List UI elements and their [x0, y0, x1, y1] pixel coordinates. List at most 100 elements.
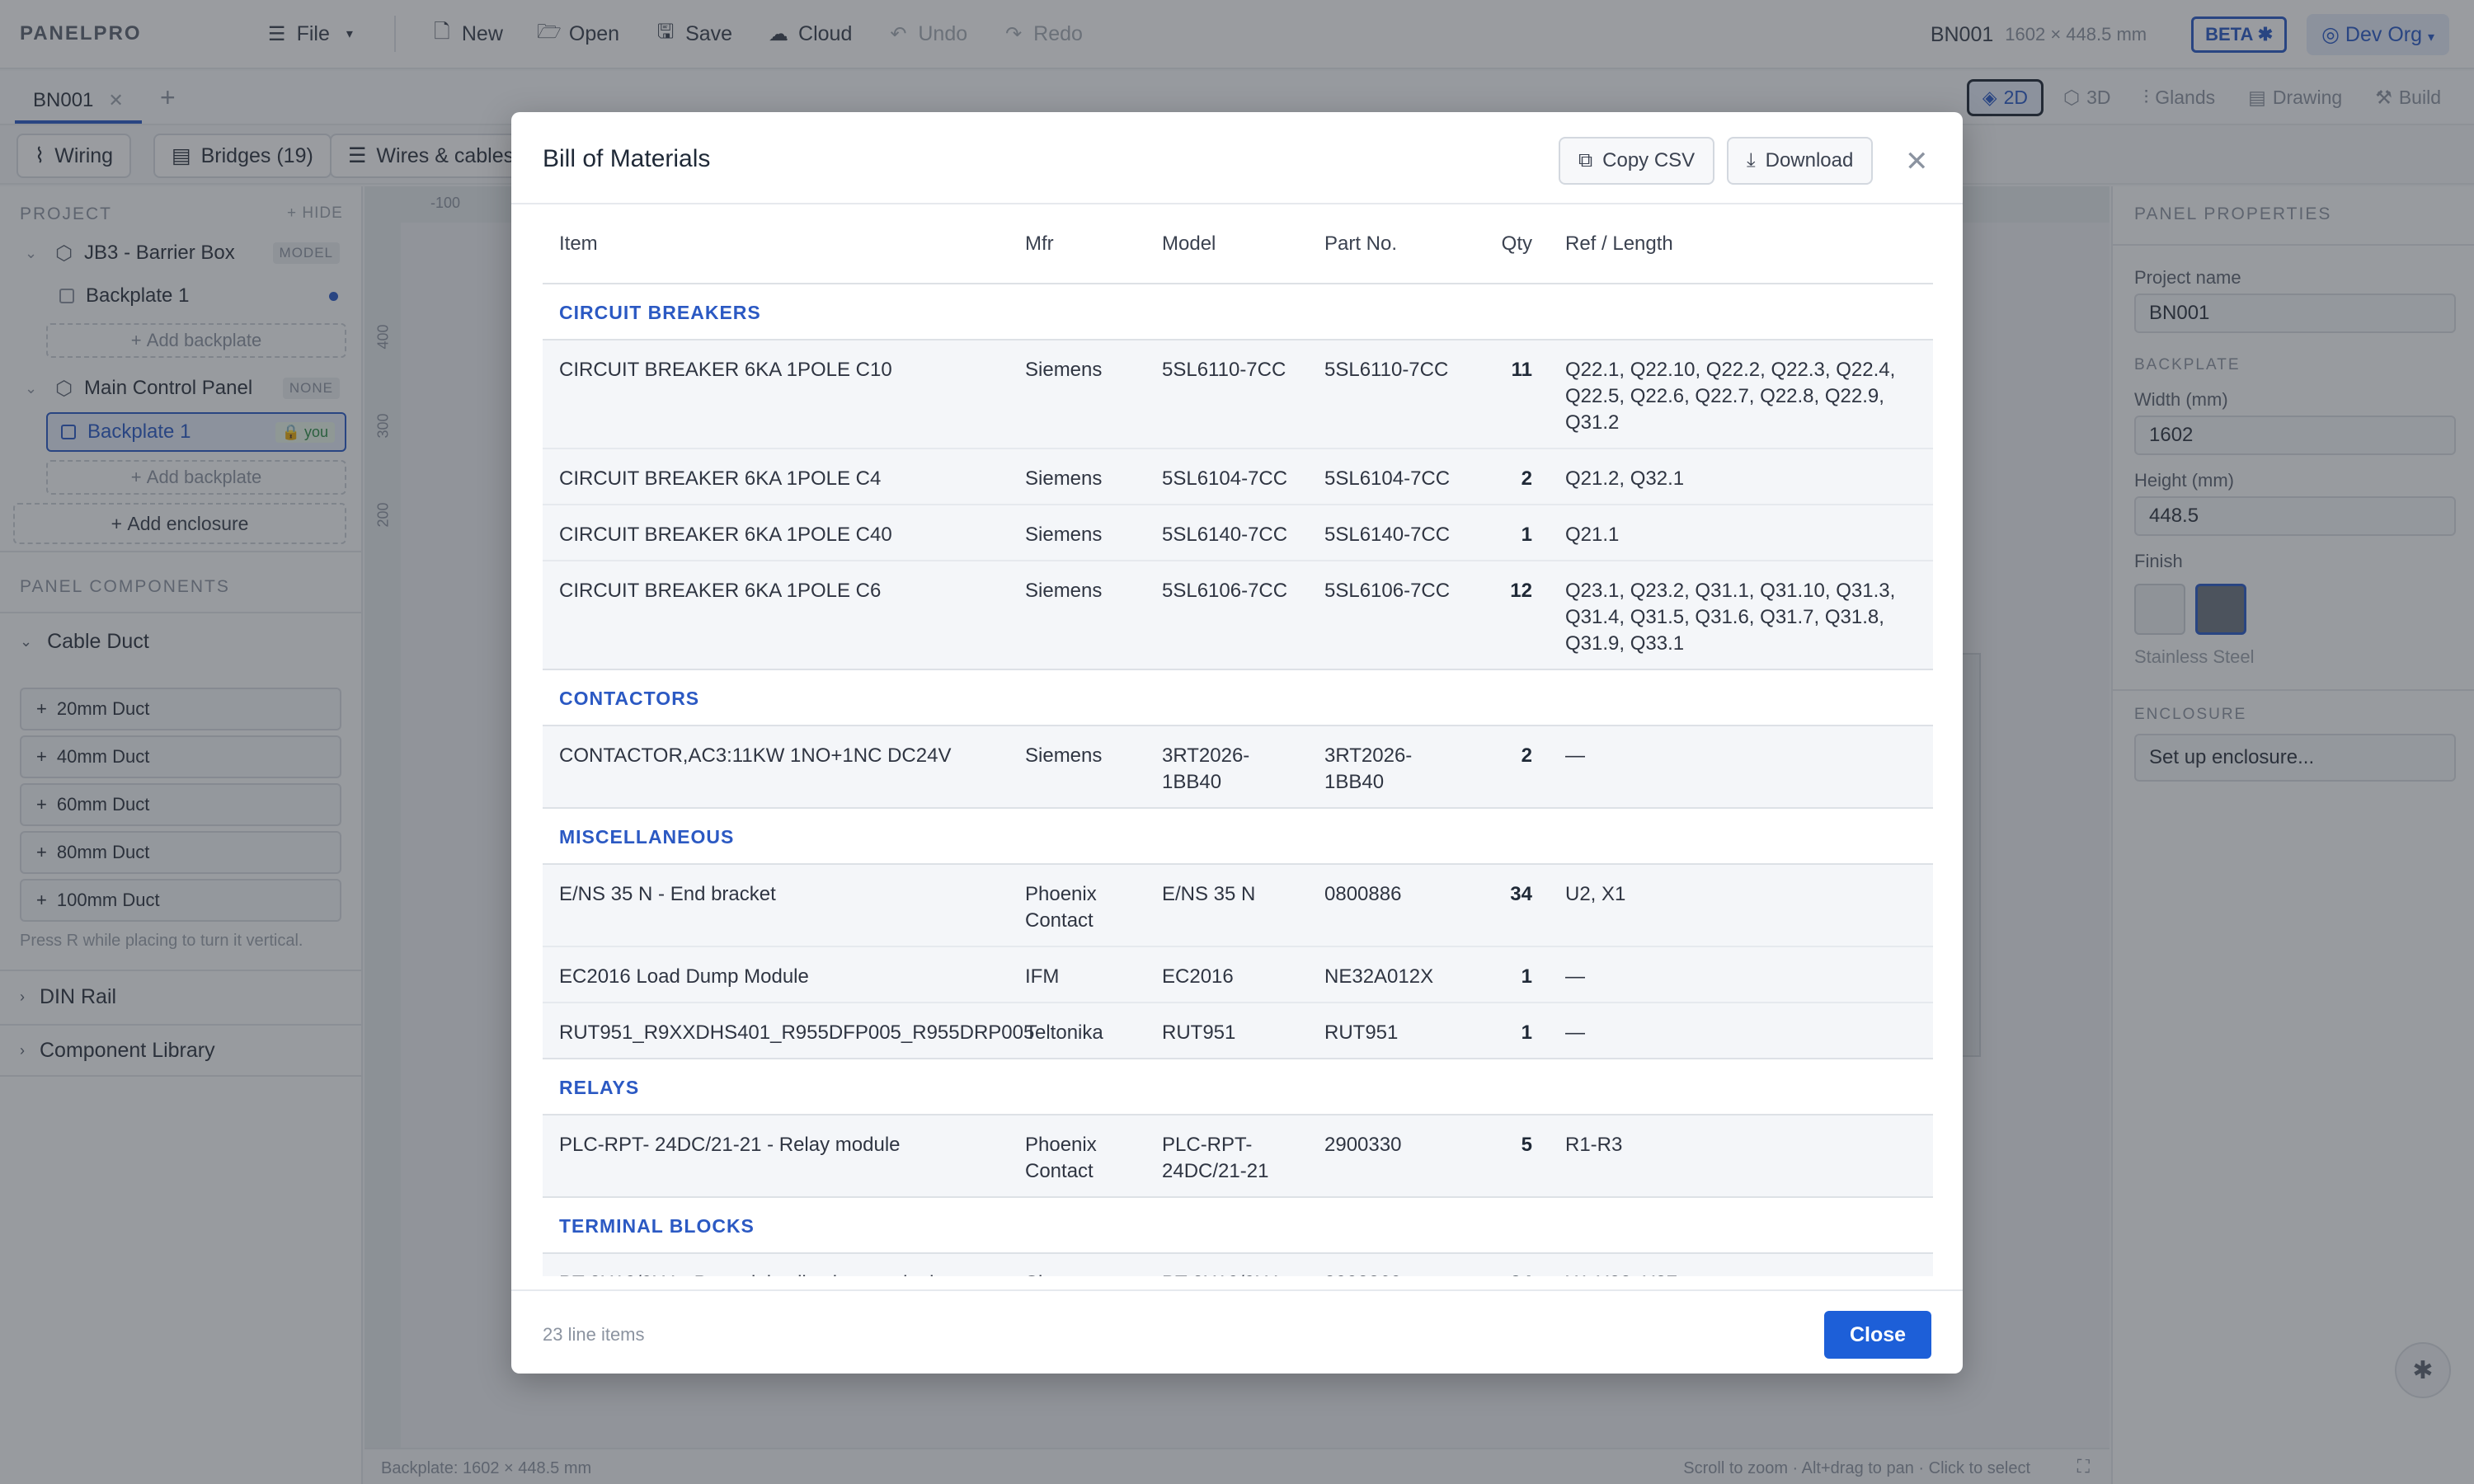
- cell-item: PLC-RPT- 24DC/21-21 - Relay module: [543, 1114, 1009, 1197]
- close-button-label: Close: [1849, 1322, 1907, 1346]
- group-row: TERMINAL BLOCKS: [543, 1196, 1933, 1254]
- cell-mfr: IFM: [1009, 946, 1145, 1003]
- cell-ref: —: [1549, 946, 1933, 1003]
- cell-ref: X1-X23, X37: [1549, 1252, 1933, 1276]
- cell-model: RUT951: [1145, 1002, 1308, 1059]
- cell-qty: 2: [1473, 448, 1549, 505]
- cell-qty: 12: [1473, 560, 1549, 669]
- cell-item: CONTACTOR,AC3:11KW 1NO+1NC DC24V: [543, 725, 1009, 808]
- cell-ref: Q21.2, Q32.1: [1549, 448, 1933, 505]
- cell-model: EC2016: [1145, 946, 1308, 1003]
- cell-qty: 34: [1473, 863, 1549, 946]
- cell-item: CIRCUIT BREAKER 6KA 1POLE C40: [543, 504, 1009, 561]
- column-header-part-no: Part No.: [1324, 232, 1398, 255]
- table-row: E/NS 35 N - End bracket Phoenix Contact E/…: [543, 863, 1933, 946]
- cell-qty: 5: [1473, 1114, 1549, 1197]
- cell-mfr: Siemens: [1009, 725, 1145, 808]
- dialog-title: Bill of Materials: [543, 145, 711, 172]
- column-header-mfr: Mfr: [1025, 232, 1054, 255]
- table-row: PLC-RPT- 24DC/21-21 - Relay module Phoeni…: [543, 1114, 1933, 1197]
- dialog-footer: 23 line items Close: [511, 1289, 1963, 1374]
- cell-part: 5SL6104-7CC: [1308, 448, 1473, 505]
- cell-item: CIRCUIT BREAKER 6KA 1POLE C4: [543, 448, 1009, 505]
- column-header-qty: Qty: [1501, 232, 1532, 255]
- cell-item: E/NS 35 N - End bracket: [543, 863, 1009, 946]
- cell-ref: U2, X1: [1549, 863, 1933, 946]
- cell-qty: 1: [1473, 1002, 1549, 1059]
- cell-item: RUT951_R9XXDHS401_R955DFP005_R955DRP005: [543, 1002, 1034, 1059]
- table-row: PT 2X10/9X4 - Potential collective termi…: [543, 1252, 1933, 1276]
- table-row: RUT951_R9XXDHS401_R955DFP005_R955DRP005 T…: [543, 1002, 1933, 1059]
- close-icon[interactable]: ✕: [1905, 145, 1929, 178]
- cell-qty: 1: [1473, 504, 1549, 561]
- column-header-ref: Ref / Length: [1565, 232, 1673, 255]
- cell-ref: R1-R3: [1549, 1114, 1933, 1197]
- cell-part: RUT951: [1308, 1002, 1473, 1059]
- cell-mfr: Siemens: [1009, 504, 1145, 561]
- cell-part: 3002369: [1308, 1252, 1473, 1276]
- table-row: CIRCUIT BREAKER 6KA 1POLE C4 Siemens 5SL61…: [543, 448, 1933, 505]
- group-row: CONTACTORS: [543, 669, 1933, 726]
- column-header-model: Model: [1162, 232, 1216, 255]
- cell-model: PLC-RPT-24DC/21-21: [1145, 1114, 1308, 1197]
- table-row: CIRCUIT BREAKER 6KA 1POLE C6 Siemens 5SL61…: [543, 560, 1933, 669]
- cell-ref: Q22.1, Q22.10, Q22.2, Q22.3, Q22.4, Q22.…: [1549, 339, 1933, 448]
- cell-mfr: Siemens: [1009, 339, 1145, 448]
- cell-qty: 2: [1473, 725, 1549, 808]
- cell-mfr: Siemens: [1009, 1252, 1145, 1276]
- group-row: MISCELLANEOUS: [543, 807, 1933, 865]
- cell-mfr: Siemens: [1009, 448, 1145, 505]
- group-heading: MISCELLANEOUS: [543, 807, 1933, 865]
- cell-qty: 11: [1473, 339, 1549, 448]
- cell-part: 5SL6110-7CC: [1308, 339, 1473, 448]
- cell-mfr: Phoenix Contact: [1009, 863, 1145, 946]
- group-row: RELAYS: [543, 1058, 1933, 1115]
- column-header-item: Item: [559, 232, 598, 255]
- table-row: CONTACTOR,AC3:11KW 1NO+1NC DC24V Siemens 3…: [543, 725, 1933, 808]
- cell-part: 5SL6140-7CC: [1308, 504, 1473, 561]
- bom-table: Item Mfr Model Part No. Qty Ref / Length…: [543, 204, 1933, 1276]
- cell-item: CIRCUIT BREAKER 6KA 1POLE C10: [543, 339, 1009, 448]
- download-label: Download: [1765, 149, 1854, 171]
- cell-model: 3RT2026-1BB40: [1145, 725, 1308, 808]
- cell-model: 5SL6104-7CC: [1145, 448, 1308, 505]
- download-icon: ⤓: [1747, 149, 1756, 171]
- cell-mfr: Siemens: [1009, 560, 1145, 669]
- cell-ref: —: [1549, 725, 1933, 808]
- table-row: CIRCUIT BREAKER 6KA 1POLE C10 Siemens 5SL6…: [543, 339, 1933, 448]
- cell-ref: Q23.1, Q23.2, Q31.1, Q31.10, Q31.3, Q31.…: [1549, 560, 1933, 669]
- cell-item: EC2016 Load Dump Module: [543, 946, 1009, 1003]
- cell-mfr: Phoenix Contact: [1009, 1114, 1145, 1197]
- download-button[interactable]: ⤓ Download: [1727, 137, 1874, 185]
- cell-item: CIRCUIT BREAKER 6KA 1POLE C6: [543, 560, 1009, 669]
- cell-qty: 1: [1473, 946, 1549, 1003]
- close-button[interactable]: Close: [1824, 1311, 1931, 1359]
- cell-qty: 24: [1473, 1252, 1549, 1276]
- cell-model: E/NS 35 N: [1145, 863, 1308, 946]
- line-item-count: 23 line items: [543, 1324, 645, 1345]
- cell-model: 5SL6110-7CC: [1145, 339, 1308, 448]
- copy-csv-button[interactable]: ⧉ Copy CSV: [1559, 137, 1715, 185]
- cell-part: 5SL6106-7CC: [1308, 560, 1473, 669]
- group-heading: TERMINAL BLOCKS: [543, 1196, 1933, 1254]
- table-row: CIRCUIT BREAKER 6KA 1POLE C40 Siemens 5SL6…: [543, 504, 1933, 561]
- cell-model: 5SL6106-7CC: [1145, 560, 1308, 669]
- copy-csv-label: Copy CSV: [1602, 149, 1696, 171]
- cell-item: PT 2X10/9X4 - Potential collective termi…: [543, 1252, 1009, 1276]
- cell-part: NE32A012X: [1308, 946, 1473, 1003]
- cell-part: 2900330: [1308, 1114, 1473, 1197]
- bom-dialog: Bill of Materials ⧉ Copy CSV ⤓ Download …: [511, 112, 1963, 1374]
- group-heading: CIRCUIT BREAKERS: [543, 283, 1933, 340]
- cell-model: 5SL6140-7CC: [1145, 504, 1308, 561]
- group-heading: RELAYS: [543, 1058, 1933, 1115]
- bom-table-scroll[interactable]: Item Mfr Model Part No. Qty Ref / Length…: [543, 204, 1933, 1276]
- cell-mfr: Teltonika: [1009, 1002, 1145, 1059]
- table-header-row: Item Mfr Model Part No. Qty Ref / Length: [543, 204, 1933, 284]
- cell-part: 0800886: [1308, 863, 1473, 946]
- dialog-header: Bill of Materials ⧉ Copy CSV ⤓ Download …: [511, 112, 1963, 204]
- copy-icon: ⧉: [1578, 149, 1593, 171]
- cell-part: 3RT2026-1BB40: [1308, 725, 1473, 808]
- table-row: EC2016 Load Dump Module IFM EC2016 NE32A012…: [543, 946, 1933, 1003]
- cell-model: PT 2X10/9X4: [1145, 1252, 1308, 1276]
- group-heading: CONTACTORS: [543, 669, 1933, 726]
